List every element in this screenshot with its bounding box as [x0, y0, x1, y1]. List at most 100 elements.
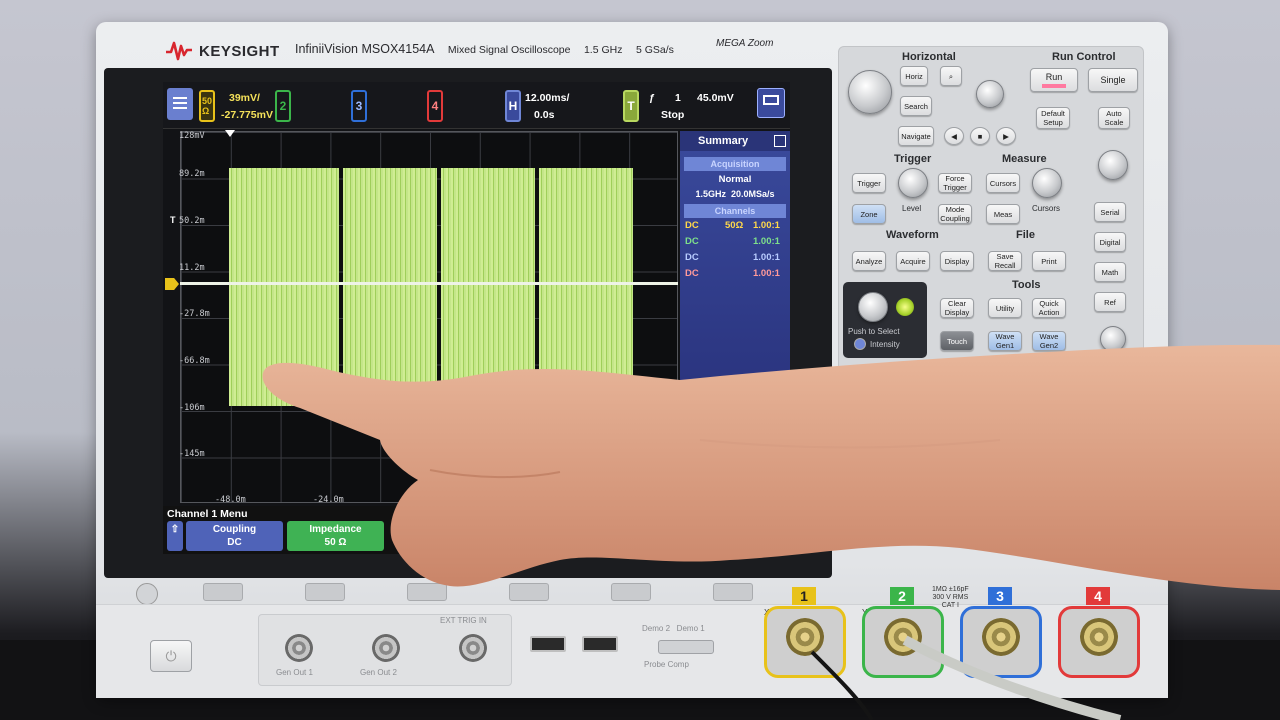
- ch2-box[interactable]: 2: [275, 90, 291, 122]
- hw-softkey-1[interactable]: [203, 583, 243, 601]
- summary-list-icon[interactable]: [774, 135, 786, 147]
- wavegen1-button[interactable]: Wave Gen1: [988, 331, 1022, 351]
- ch3-coupling: DC: [685, 252, 699, 263]
- math-button[interactable]: Math: [1094, 262, 1126, 282]
- intensity-button[interactable]: [854, 338, 866, 350]
- digital-button[interactable]: Digital: [1094, 232, 1126, 252]
- wavegen2-button[interactable]: Wave Gen2: [1032, 331, 1066, 351]
- usb-port-1[interactable]: [530, 636, 566, 652]
- trigger-section-title: Trigger: [894, 153, 932, 165]
- ch1-box[interactable]: 50 Ω: [199, 90, 215, 122]
- navigate-button[interactable]: Navigate: [898, 126, 934, 146]
- vertical-scale-knob[interactable]: [1098, 150, 1128, 180]
- ch1-probe: 1.00:1: [753, 220, 780, 231]
- invert-softkey[interactable]: Invert ☐: [590, 521, 687, 551]
- trigger-level-knob[interactable]: [898, 168, 928, 198]
- entry-knob[interactable]: [858, 292, 888, 322]
- display-button[interactable]: Display: [940, 251, 974, 271]
- quick-action-button[interactable]: Quick Action: [1032, 298, 1066, 318]
- x-label-1: -48.0m: [215, 495, 246, 505]
- back-hw-button[interactable]: [136, 583, 158, 605]
- zoom-search-icon[interactable]: ⌕: [940, 66, 962, 86]
- hw-softkey-3[interactable]: [407, 583, 447, 601]
- horiz-button[interactable]: Horiz: [900, 66, 928, 86]
- mode-coupling-button[interactable]: Mode Coupling: [938, 204, 972, 224]
- coupling-label: Coupling: [212, 524, 257, 535]
- demo-connector[interactable]: [658, 640, 714, 654]
- force-trigger-button[interactable]: Force Trigger: [938, 173, 972, 193]
- hw-softkey-6[interactable]: [713, 583, 753, 601]
- ch4-box[interactable]: 4: [427, 90, 443, 122]
- ch4-input-connector[interactable]: [1080, 618, 1118, 656]
- invert-label: Invert: [624, 524, 653, 535]
- menu-icon[interactable]: [167, 88, 193, 120]
- usb-port-2[interactable]: [582, 636, 618, 652]
- screen-layout-icon[interactable]: [757, 88, 785, 118]
- cursors-knob[interactable]: [1032, 168, 1062, 198]
- nav-stop-icon[interactable]: ■: [970, 127, 990, 145]
- cursors-button[interactable]: Cursors: [986, 173, 1020, 193]
- coupling-softkey[interactable]: Coupling DC: [186, 521, 283, 551]
- single-button[interactable]: Single: [1088, 68, 1138, 92]
- search-button[interactable]: Search: [900, 96, 932, 116]
- impedance-softkey[interactable]: Impedance 50 Ω: [287, 521, 384, 551]
- ch1-input-connector[interactable]: [786, 618, 824, 656]
- status-bar: 50 Ω 39mV/ -27.775mV 2 3 4 H 12.00ms/ 0.0…: [163, 82, 790, 129]
- invert-checkbox: ☐: [634, 537, 643, 548]
- back-softkey[interactable]: ⇧: [167, 521, 183, 551]
- analyze-button[interactable]: Analyze: [852, 251, 886, 271]
- run-led: [1042, 83, 1066, 88]
- run-label: Run: [1045, 71, 1063, 82]
- demo-label: Demo 2 Demo 1: [642, 624, 705, 633]
- horizontal-position-knob[interactable]: [976, 80, 1004, 108]
- ch4-probe: 1.00:1: [753, 268, 780, 279]
- clear-display-button[interactable]: Clear Display: [940, 298, 974, 318]
- trigger-button[interactable]: Trigger: [852, 173, 886, 193]
- save-recall-button[interactable]: Save Recall: [988, 251, 1022, 271]
- default-setup-button[interactable]: Default Setup: [1036, 107, 1070, 129]
- horizontal-box[interactable]: H: [505, 90, 521, 122]
- y-label-2: 89.2m: [179, 169, 205, 179]
- y-label-6: -66.8m: [179, 356, 210, 366]
- serial-button[interactable]: Serial: [1094, 202, 1126, 222]
- ext-trig-connector[interactable]: [459, 634, 487, 662]
- horizontal-scale-knob[interactable]: [848, 70, 892, 114]
- ch2-coupling: DC: [685, 236, 699, 247]
- hw-softkey-2[interactable]: [305, 583, 345, 601]
- waveform-section-title: Waveform: [886, 229, 939, 241]
- ch3-input-connector[interactable]: [982, 618, 1020, 656]
- impedance-value: 50 Ω: [324, 537, 347, 548]
- channels-header: Channels: [684, 204, 786, 218]
- vertical-position-knob[interactable]: [1100, 326, 1126, 352]
- push-to-select-label: Push to Select: [848, 327, 900, 336]
- bw-limit-softkey[interactable]: [489, 521, 586, 551]
- ch2-input-connector[interactable]: [884, 618, 922, 656]
- gen-out1-label: Gen Out 1: [276, 668, 313, 677]
- channel-row-2: DC 1.00:1: [683, 236, 787, 250]
- acquire-button[interactable]: Acquire: [896, 251, 930, 271]
- meas-button[interactable]: Meas: [986, 204, 1020, 224]
- run-button[interactable]: Run: [1030, 68, 1078, 92]
- hw-softkey-4[interactable]: [509, 583, 549, 601]
- touch-button[interactable]: Touch: [940, 331, 974, 351]
- trigger-box[interactable]: T: [623, 90, 639, 122]
- auto-scale-button[interactable]: Auto Scale: [1098, 107, 1130, 129]
- gen-out2-connector[interactable]: [372, 634, 400, 662]
- ext-trig-label: EXT TRIG IN: [440, 616, 487, 625]
- trigger-source: 1: [675, 92, 681, 104]
- ch3-box[interactable]: 3: [351, 90, 367, 122]
- nav-back-icon[interactable]: ◀: [944, 127, 964, 145]
- channel-row-4: DC 1.00:1: [683, 268, 787, 282]
- power-button[interactable]: ⏻: [150, 640, 192, 672]
- print-button[interactable]: Print: [1032, 251, 1066, 271]
- zone-button[interactable]: Zone: [852, 204, 886, 224]
- scope-display[interactable]: 50 Ω 39mV/ -27.775mV 2 3 4 H 12.00ms/ 0.0…: [163, 82, 790, 554]
- probe-softkey[interactable]: Probe ⇩: [691, 521, 788, 551]
- ref-button[interactable]: Ref: [1094, 292, 1126, 312]
- gen-out1-connector[interactable]: [285, 634, 313, 662]
- summary-panel[interactable]: Summary Acquisition Normal 1.5GHz 20.0MS…: [680, 131, 790, 381]
- nav-forward-icon[interactable]: ▶: [996, 127, 1016, 145]
- utility-button[interactable]: Utility: [988, 298, 1022, 318]
- hw-softkey-5[interactable]: [611, 583, 651, 601]
- megazoom-logo: MEGA Zoom: [716, 38, 774, 49]
